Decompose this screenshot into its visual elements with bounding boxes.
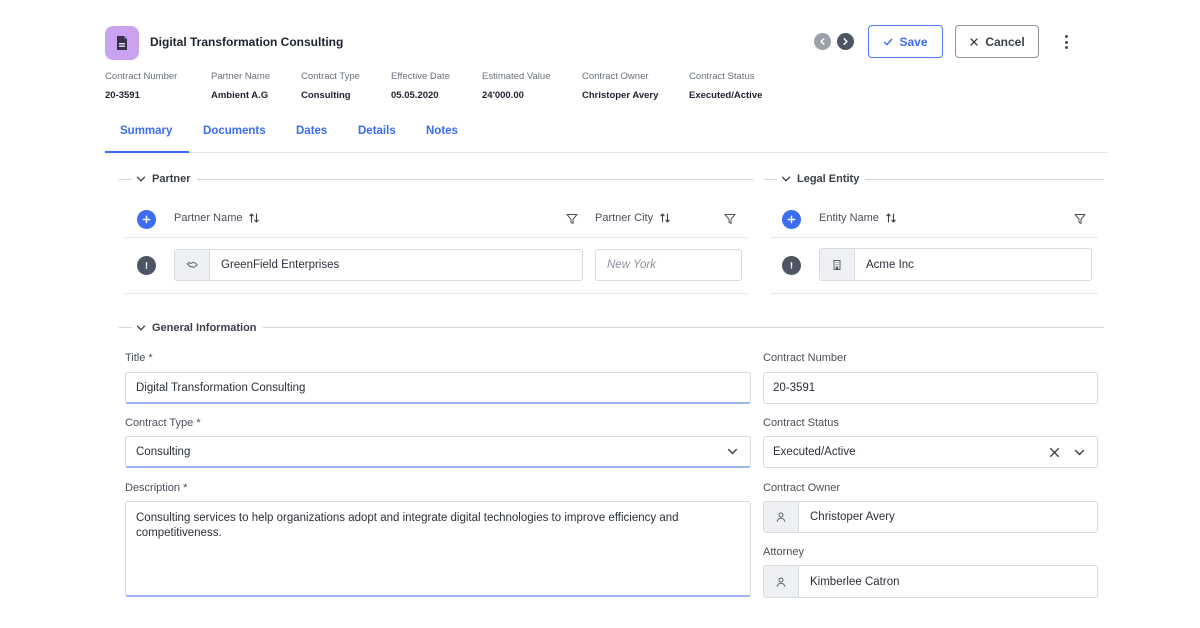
contract-number-input[interactable]: 20-3591 [763,372,1098,404]
user-icon [764,566,799,597]
meta-estimated-value: Estimated Value 24'000.00 [482,71,551,101]
filter-icon[interactable] [1074,213,1086,225]
meta-partner-name: Partner Name Ambient A.G [211,71,271,101]
sort-icon[interactable] [885,212,897,224]
legal-entity-section-title: Legal Entity [797,173,860,185]
meta-contract-status: Contract Status Executed/Active [689,71,763,101]
partner-name-field[interactable]: GreenField Enterprises [174,249,583,281]
check-icon [884,38,893,45]
user-icon [764,502,799,532]
title-value: Digital Transformation Consulting [136,381,306,394]
tab-documents[interactable]: Documents [203,125,266,137]
contract-type-select[interactable]: Consulting [125,436,751,468]
attorney-label: Attorney [763,546,804,558]
chevron-left-icon [820,38,825,45]
meta-effective-date: Effective Date 05.05.2020 [391,71,450,101]
app-icon [105,26,139,60]
filter-icon[interactable] [724,213,736,225]
partner-section-divider [119,179,753,180]
save-button-label: Save [899,34,928,49]
contract-type-label: Contract Type * [125,417,201,429]
exclamation-icon [790,262,793,269]
legal-entity-header-divider [770,237,1098,238]
contract-status-value: Executed/Active [773,446,856,458]
previous-record-button[interactable] [814,33,831,50]
close-icon [970,37,978,46]
chevron-down-icon[interactable] [727,446,738,457]
attorney-value: Kimberlee Catron [810,575,900,588]
contract-type-value: Consulting [136,445,191,458]
contract-number-value: 20-3591 [773,382,816,394]
partner-row-divider [125,293,747,294]
contract-number-label: Contract Number [763,352,847,364]
chevron-down-icon[interactable] [1074,447,1085,458]
clear-icon[interactable] [1049,447,1060,458]
partner-name-value: GreenField Enterprises [221,259,340,271]
tab-details[interactable]: Details [358,125,396,137]
page-title: Digital Transformation Consulting [150,35,344,49]
partner-city-placeholder: New York [607,259,657,271]
contract-owner-value: Christoper Avery [810,511,895,523]
meta-contract-number: Contract Number 20-3591 [105,71,178,101]
plus-icon [787,215,796,224]
tab-dates[interactable]: Dates [296,125,327,137]
legal-entity-section-toggle[interactable]: Legal Entity [777,173,866,185]
sort-icon[interactable] [659,212,671,224]
partner-name-column-header: Partner Name [174,212,260,224]
contract-status-label: Contract Status [763,417,839,429]
legal-entity-row-divider [770,293,1098,294]
partner-city-field[interactable]: New York [595,249,742,281]
partner-row-info-button[interactable] [137,256,156,275]
partner-header-divider [125,237,747,238]
meta-contract-owner: Contract Owner Christoper Avery [582,71,659,101]
contract-status-select[interactable]: Executed/Active [763,436,1098,468]
chevron-down-icon [136,176,146,182]
cancel-button-label: Cancel [985,34,1025,49]
title-label: Title * [125,352,153,364]
add-partner-button[interactable] [137,210,156,229]
general-section-toggle[interactable]: General Information [132,322,263,334]
legal-entity-row-info-button[interactable] [782,256,801,275]
general-section-divider [119,327,1104,328]
entity-name-column-header: Entity Name [819,212,897,224]
partner-section-title: Partner [152,173,191,185]
exclamation-icon [145,262,148,269]
attorney-field[interactable]: Kimberlee Catron [763,565,1098,598]
contract-owner-field[interactable]: Christoper Avery [763,501,1098,533]
plus-icon [142,215,151,224]
tab-notes[interactable]: Notes [426,125,458,137]
meta-contract-type: Contract Type Consulting [301,71,360,101]
active-tab-indicator [105,151,189,153]
save-button[interactable]: Save [868,25,943,58]
building-icon [820,249,855,280]
cancel-button[interactable]: Cancel [955,25,1039,58]
description-value: Consulting services to help organization… [136,512,679,539]
add-legal-entity-button[interactable] [782,210,801,229]
chevron-down-icon [781,176,791,182]
partner-city-column-header: Partner City [595,212,671,224]
entity-name-field[interactable]: Acme Inc [819,248,1092,281]
pdf-document-icon [117,36,127,50]
sort-icon[interactable] [248,212,260,224]
tabs-divider [105,152,1107,153]
more-options-icon[interactable] [1058,33,1074,51]
description-label: Description * [125,482,188,494]
chevron-down-icon [136,325,146,331]
partner-section-toggle[interactable]: Partner [132,173,197,185]
title-input[interactable]: Digital Transformation Consulting [125,372,751,404]
chevron-right-icon [843,38,848,45]
handshake-icon [175,250,210,280]
general-section-title: General Information [152,322,257,334]
filter-icon[interactable] [566,213,578,225]
next-record-button[interactable] [837,33,854,50]
description-textarea[interactable]: Consulting services to help organization… [125,501,751,597]
tab-summary[interactable]: Summary [120,125,172,137]
entity-name-value: Acme Inc [866,258,914,271]
contract-owner-label: Contract Owner [763,482,841,494]
